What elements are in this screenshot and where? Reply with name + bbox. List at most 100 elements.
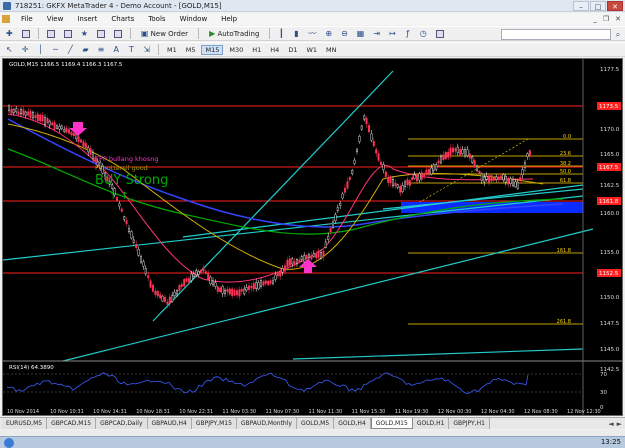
candle-body: [197, 271, 200, 275]
chart-window[interactable]: TPP bullang khosng Pohottersil good BUY …: [2, 58, 623, 416]
arrows-button[interactable]: ⇲: [140, 44, 153, 56]
tab-scroll-right-icon[interactable]: ►: [617, 420, 622, 428]
timeframe-d1[interactable]: D1: [285, 46, 300, 54]
close-button[interactable]: ✕: [607, 1, 623, 11]
candle-body: [27, 111, 30, 116]
indicators-button[interactable]: ƒ: [402, 28, 414, 40]
timeframe-m1[interactable]: M1: [164, 46, 180, 54]
timeframe-m5[interactable]: M5: [183, 46, 199, 54]
search-icon[interactable]: ⌕: [613, 29, 623, 40]
periods-button[interactable]: ◷: [417, 28, 430, 40]
menu-charts[interactable]: Charts: [104, 15, 141, 23]
timeframe-m15[interactable]: M15: [201, 44, 224, 55]
new-order-button[interactable]: ▣ New Order: [136, 28, 193, 40]
chart-tab[interactable]: GBPAUD,Monthly: [236, 418, 297, 429]
candle-body: [63, 129, 66, 132]
chart-tab[interactable]: GBPCAD,M15: [47, 418, 97, 429]
candlestick-button[interactable]: ▮: [290, 28, 302, 40]
new-chart-button[interactable]: ✚: [3, 28, 16, 40]
chart-shift-button[interactable]: ⇥: [370, 28, 383, 40]
toolbar-separator: [198, 28, 200, 39]
fibonacci-button[interactable]: ≡: [95, 44, 108, 56]
child-restore-icon[interactable]: ❐: [603, 15, 609, 23]
time-tick-label: 11 Nov 07:30: [265, 409, 299, 415]
market-watch-button[interactable]: [44, 28, 58, 40]
text-label-button[interactable]: T: [125, 44, 137, 56]
buy-marker-icon[interactable]: ↑ ↑: [109, 191, 129, 202]
strategy-tester-icon: [113, 29, 122, 38]
zoom-out-button[interactable]: ⊖: [338, 28, 351, 40]
vertical-line-button[interactable]: │: [34, 44, 46, 56]
horizontal-line-button[interactable]: ─: [49, 44, 61, 56]
chart-tab[interactable]: GOLD,M5: [296, 418, 335, 429]
minimize-button[interactable]: –: [573, 1, 589, 11]
resistance-price-tag: 1167.5: [597, 163, 621, 171]
zoom-in-button[interactable]: ⊕: [322, 28, 335, 40]
new-order-icon: ▣: [140, 29, 149, 38]
search-input[interactable]: [501, 29, 611, 40]
annotation-text-1[interactable]: TPP bullang khosng: [94, 155, 159, 163]
price-tick-label: 1162.5: [600, 183, 620, 189]
annotation-text-2[interactable]: Pohottersil good: [95, 164, 148, 172]
menu-tools[interactable]: Tools: [141, 15, 172, 23]
line-chart-button[interactable]: 〰: [305, 28, 319, 40]
chart-tab[interactable]: GOLD,M15: [370, 418, 413, 429]
candle-body: [87, 147, 90, 153]
data-window-button[interactable]: [61, 28, 75, 40]
menu-help[interactable]: Help: [214, 15, 244, 23]
tile-windows-button[interactable]: ▦: [354, 28, 368, 40]
chart-tab[interactable]: GBPJPY,M15: [191, 418, 237, 429]
auto-scroll-button[interactable]: ↦: [386, 28, 399, 40]
timeframe-h1[interactable]: H1: [249, 46, 264, 54]
strategy-tester-button[interactable]: [111, 28, 125, 40]
channel-button[interactable]: ▰: [79, 44, 91, 56]
candle-body: [468, 153, 471, 159]
price-chart[interactable]: TPP bullang khosng Pohottersil good BUY …: [3, 59, 622, 415]
menu-view[interactable]: View: [40, 15, 71, 23]
menu-insert[interactable]: Insert: [70, 15, 104, 23]
timeframe-m30[interactable]: M30: [226, 46, 246, 54]
chart-tab[interactable]: GOLD,H4: [334, 418, 371, 429]
cursor-button[interactable]: ↖: [3, 44, 16, 56]
text-button[interactable]: A: [110, 44, 122, 56]
crosshair-button[interactable]: ✛: [19, 44, 32, 56]
maximize-button[interactable]: □: [590, 1, 606, 11]
navigator-button[interactable]: ★: [78, 28, 91, 40]
bar-chart-button[interactable]: ┃: [275, 28, 287, 40]
drawing-toolbar: ↖ ✛ │ ─ ╱ ▰ ≡ A T ⇲ M1 M5 M15 M30 H1 H4 …: [0, 42, 625, 57]
start-button-icon[interactable]: [4, 438, 14, 448]
trendlines[interactable]: [3, 70, 594, 362]
chart-tab[interactable]: GBPCAD,Daily: [96, 418, 148, 429]
title-bar: 718251: GKFX MetaTrader 4 - Demo Account…: [0, 0, 625, 12]
child-close-icon[interactable]: ✕: [615, 15, 621, 23]
autotrading-button[interactable]: ▶ AutoTrading: [204, 28, 264, 40]
candle-body: [72, 133, 75, 137]
templates-button[interactable]: [433, 28, 447, 40]
chart-tab[interactable]: GBPAUD,H4: [147, 418, 192, 429]
tab-scroll-left-icon[interactable]: ◄: [608, 420, 613, 428]
menu-file[interactable]: File: [14, 15, 40, 23]
chart-tab[interactable]: GBPJPY,H1: [449, 418, 490, 429]
chart-tab[interactable]: EURUSD,M5: [2, 418, 48, 429]
menu-window[interactable]: Window: [173, 15, 215, 23]
timeframe-w1[interactable]: W1: [303, 46, 320, 54]
child-minimize-icon[interactable]: _: [593, 15, 597, 23]
profiles-button[interactable]: [19, 28, 33, 40]
candle-body: [449, 147, 452, 155]
candle-body: [127, 228, 130, 232]
candle-body: [228, 288, 231, 295]
candle-body: [32, 111, 35, 119]
window-controls: – □ ✕: [573, 1, 623, 11]
buy-strong-label[interactable]: BUY Strong: [95, 173, 168, 188]
chart-tab[interactable]: GOLD,H1: [412, 418, 450, 429]
rsi-line: [6, 372, 529, 394]
timeframe-h4[interactable]: H4: [267, 46, 282, 54]
chart-shift-icon: ⇥: [373, 29, 381, 38]
candle-body: [444, 152, 447, 160]
candle-body: [327, 235, 330, 240]
time-tick-label: 12 Nov 00:30: [438, 409, 472, 415]
trendline-button[interactable]: ╱: [64, 44, 76, 56]
candle-body: [48, 120, 51, 126]
terminal-button[interactable]: [94, 28, 108, 40]
timeframe-mn[interactable]: MN: [323, 46, 339, 54]
